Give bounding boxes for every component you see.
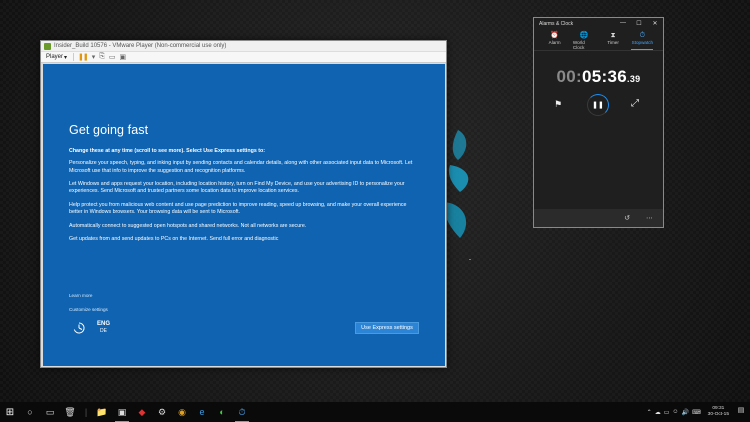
volume-icon[interactable]: 🔊: [682, 409, 689, 416]
pause-icon: ❚❚: [592, 102, 604, 109]
toolbar-divider: [73, 53, 75, 61]
chrome-icon[interactable]: ◉: [172, 402, 192, 422]
file-explorer-icon[interactable]: 📁: [92, 402, 112, 422]
oobe-paragraph: Personalize your speech, typing, and ink…: [69, 160, 413, 174]
player-menu-label: Player: [46, 54, 64, 60]
window-controls: — ☐ ✕: [615, 20, 663, 27]
oobe-body[interactable]: Change these at any time (scroll to see …: [69, 148, 419, 250]
minimize-button[interactable]: —: [615, 20, 631, 27]
learn-more-link[interactable]: Learn more: [69, 293, 93, 298]
language-indicator[interactable]: ENG DE: [97, 321, 110, 334]
cortana-icon[interactable]: ○: [20, 402, 40, 422]
stopwatch-icon: ⏱: [639, 32, 646, 39]
unity-icon[interactable]: ▣: [120, 53, 127, 61]
ease-of-access-icon[interactable]: [73, 322, 85, 334]
oobe-paragraph: Automatically connect to suggested open …: [69, 222, 307, 229]
reset-icon[interactable]: ↺: [624, 214, 630, 222]
start-button[interactable]: ⊞: [0, 402, 20, 422]
chevron-down-icon: ▾: [64, 54, 68, 61]
oobe-paragraph: Help protect you from malicious web cont…: [69, 201, 407, 216]
tab-world-clock[interactable]: 🌐 World Clock: [573, 31, 595, 50]
taskbar-clock[interactable]: 09:31 30-Oct-15: [708, 406, 729, 418]
vmware-taskbar-icon[interactable]: ▣: [112, 402, 132, 422]
expand-icon[interactable]: ⤢: [631, 98, 639, 109]
oobe-paragraph: Let Windows and apps request your locati…: [69, 181, 405, 195]
emoji-icon[interactable]: ☺: [672, 409, 678, 415]
vmware-window-title: Insider_Build 10576 - VMware Player (Non…: [54, 43, 227, 49]
alarms-clock-taskbar-icon[interactable]: ⏱: [232, 402, 252, 422]
language-code: ENG: [97, 321, 111, 327]
stopwatch-minutes-seconds: 05:36: [582, 67, 628, 86]
fullscreen-icon[interactable]: ▭: [109, 53, 116, 61]
app-icon-red[interactable]: ◆: [132, 402, 152, 422]
close-button[interactable]: ✕: [647, 20, 663, 27]
clock-command-bar: ↺ ⋯: [534, 209, 663, 227]
stopwatch-milliseconds: .39: [627, 74, 641, 84]
keyboard-icon[interactable]: ⌨: [692, 409, 701, 416]
settings-gear-icon[interactable]: ⚙: [152, 402, 172, 422]
stopwatch-time: 00:05:36.39: [534, 67, 663, 87]
pause-vm-icon[interactable]: ❚❚: [78, 53, 89, 61]
separator-icon: |: [84, 407, 88, 417]
dropdown-arrow-icon[interactable]: ▾: [92, 53, 96, 61]
alarm-icon: ⏰: [550, 32, 559, 39]
customize-settings-link[interactable]: Customize settings: [69, 307, 108, 312]
pause-button[interactable]: ❚❚: [587, 94, 609, 116]
show-hidden-icons-icon[interactable]: ⌃: [647, 409, 652, 416]
tab-label: Timer: [607, 40, 619, 45]
onedrive-icon[interactable]: ☁: [655, 409, 661, 416]
hourglass-icon: ⧗: [610, 32, 616, 39]
clock-tab-bar: ⏰ Alarm 🌐 World Clock ⧗ Timer ⏱ Stopwatc…: [534, 29, 663, 51]
network-icon[interactable]: ▭: [664, 409, 670, 416]
maximize-button[interactable]: ☐: [631, 20, 647, 27]
app-icon-green[interactable]: ◐: [212, 402, 232, 422]
tab-label: Alarm: [548, 40, 561, 45]
tab-alarm[interactable]: ⏰ Alarm: [544, 31, 566, 50]
task-view-icon[interactable]: ▭: [40, 402, 60, 422]
stopwatch-hours: 00:: [556, 67, 583, 86]
tab-stopwatch[interactable]: ⏱ Stopwatch: [631, 31, 654, 50]
alarms-clock-window[interactable]: Alarms & Clock — ☐ ✕ ⏰ Alarm 🌐 World Clo…: [533, 17, 664, 228]
clock-window-title: Alarms & Clock: [539, 20, 574, 27]
keyboard-layout: DE: [100, 328, 107, 334]
tab-label: World Clock: [572, 40, 585, 50]
send-ctrl-alt-del-icon[interactable]: ⎘: [99, 53, 105, 61]
oobe-heading: Get going fast: [69, 123, 149, 137]
clock-titlebar[interactable]: Alarms & Clock — ☐ ✕: [534, 18, 663, 29]
globe-icon: 🌐: [579, 32, 589, 39]
edge-icon[interactable]: e: [192, 402, 212, 422]
player-menu-button[interactable]: Player ▾: [44, 54, 69, 61]
lap-flag-icon[interactable]: ⚑: [554, 99, 562, 110]
system-tray: ⌃ ☁ ▭ ☺ 🔊 ⌨ 09:31 30-Oct-15 ▤: [647, 406, 750, 418]
vmware-toolbar: Player ▾ ❚❚ ▾ ⎘ ▭ ▣: [41, 52, 446, 63]
vmware-titlebar[interactable]: Insider_Build 10576 - VMware Player (Non…: [41, 41, 446, 52]
tab-label: Stopwatch: [631, 40, 654, 45]
recycle-bin-icon[interactable]: 🗑: [60, 402, 80, 422]
action-center-icon[interactable]: ▤: [736, 406, 746, 418]
taskbar: ⊞ ○ ▭ 🗑 | 📁 ▣ ◆ ⚙ ◉ e ◐ ⏱ ⌃ ☁ ▭ ☺ 🔊 ⌨ 09…: [0, 402, 750, 422]
more-options-icon[interactable]: ⋯: [646, 214, 653, 222]
stopwatch-controls: ⚑ ❚❚ ⤢: [534, 94, 663, 116]
oobe-screen: Get going fast Change these at any time …: [43, 64, 445, 366]
vmware-player-window[interactable]: Insider_Build 10576 - VMware Player (Non…: [40, 40, 447, 368]
taskbar-date: 30-Oct-15: [707, 412, 729, 417]
oobe-paragraph: Get updates from and send updates to PCs…: [69, 236, 279, 243]
tab-timer[interactable]: ⧗ Timer: [602, 31, 624, 50]
vmware-app-icon: [44, 42, 51, 50]
oobe-lead-text: Change these at any time (scroll to see …: [69, 148, 266, 154]
use-express-settings-button[interactable]: Use Express settings: [355, 322, 419, 334]
